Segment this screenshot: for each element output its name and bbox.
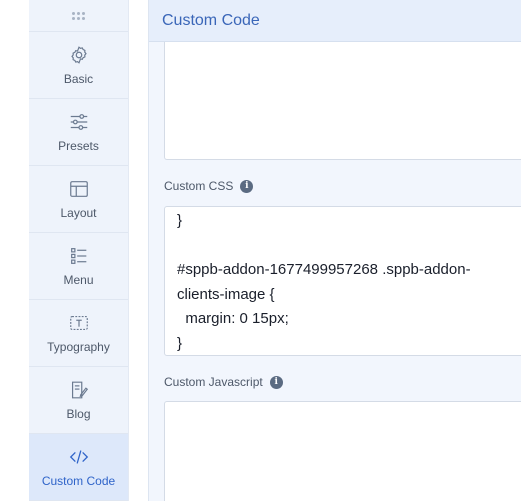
typography-icon — [68, 312, 90, 334]
sidebar-item-presets[interactable]: Presets — [29, 99, 128, 166]
sidebar-item-label: Presets — [58, 139, 99, 153]
layout-icon — [68, 178, 90, 200]
drag-handle[interactable] — [29, 0, 128, 32]
code-icon — [68, 446, 90, 468]
info-icon[interactable]: i — [269, 375, 283, 389]
custom-css-label-row: Custom CSS i — [164, 179, 254, 193]
sidebar-item-label: Menu — [63, 273, 94, 287]
sidebar-item-label: Typography — [47, 340, 110, 354]
previous-code-field[interactable] — [164, 42, 521, 160]
drag-dots-icon — [72, 11, 85, 20]
sidebar-item-typography[interactable]: Typography — [29, 300, 128, 367]
custom-css-editor[interactable]: } #sppb-addon-1677499957268 .sppb-addon-… — [164, 206, 521, 356]
custom-js-label-row: Custom Javascript i — [164, 375, 283, 389]
panel-title: Custom Code — [162, 11, 260, 29]
sidebar-item-blog[interactable]: Blog — [29, 367, 128, 434]
info-icon[interactable]: i — [240, 179, 254, 193]
page: Basic Presets Layout Menu Typography Blo… — [0, 0, 521, 501]
sidebar-item-label: Blog — [66, 407, 91, 421]
sidebar-item-custom-code[interactable]: Custom Code — [29, 434, 128, 501]
panel-header: Custom Code — [149, 0, 521, 42]
sidebar-item-layout[interactable]: Layout — [29, 166, 128, 233]
sidebar-item-menu[interactable]: Menu — [29, 233, 128, 300]
sliders-icon — [68, 111, 90, 133]
custom-css-label: Custom CSS — [164, 179, 234, 193]
custom-js-label: Custom Javascript — [164, 375, 263, 389]
sidebar-item-label: Layout — [60, 206, 97, 220]
sidebar: Basic Presets Layout Menu Typography Blo… — [29, 0, 129, 501]
sidebar-item-basic[interactable]: Basic — [29, 32, 128, 99]
gear-icon — [68, 44, 90, 66]
blog-edit-icon — [68, 379, 90, 401]
menu-list-icon — [68, 245, 90, 267]
custom-js-editor[interactable] — [164, 401, 521, 501]
sidebar-item-label: Basic — [63, 72, 94, 86]
sidebar-item-label: Custom Code — [41, 474, 116, 488]
